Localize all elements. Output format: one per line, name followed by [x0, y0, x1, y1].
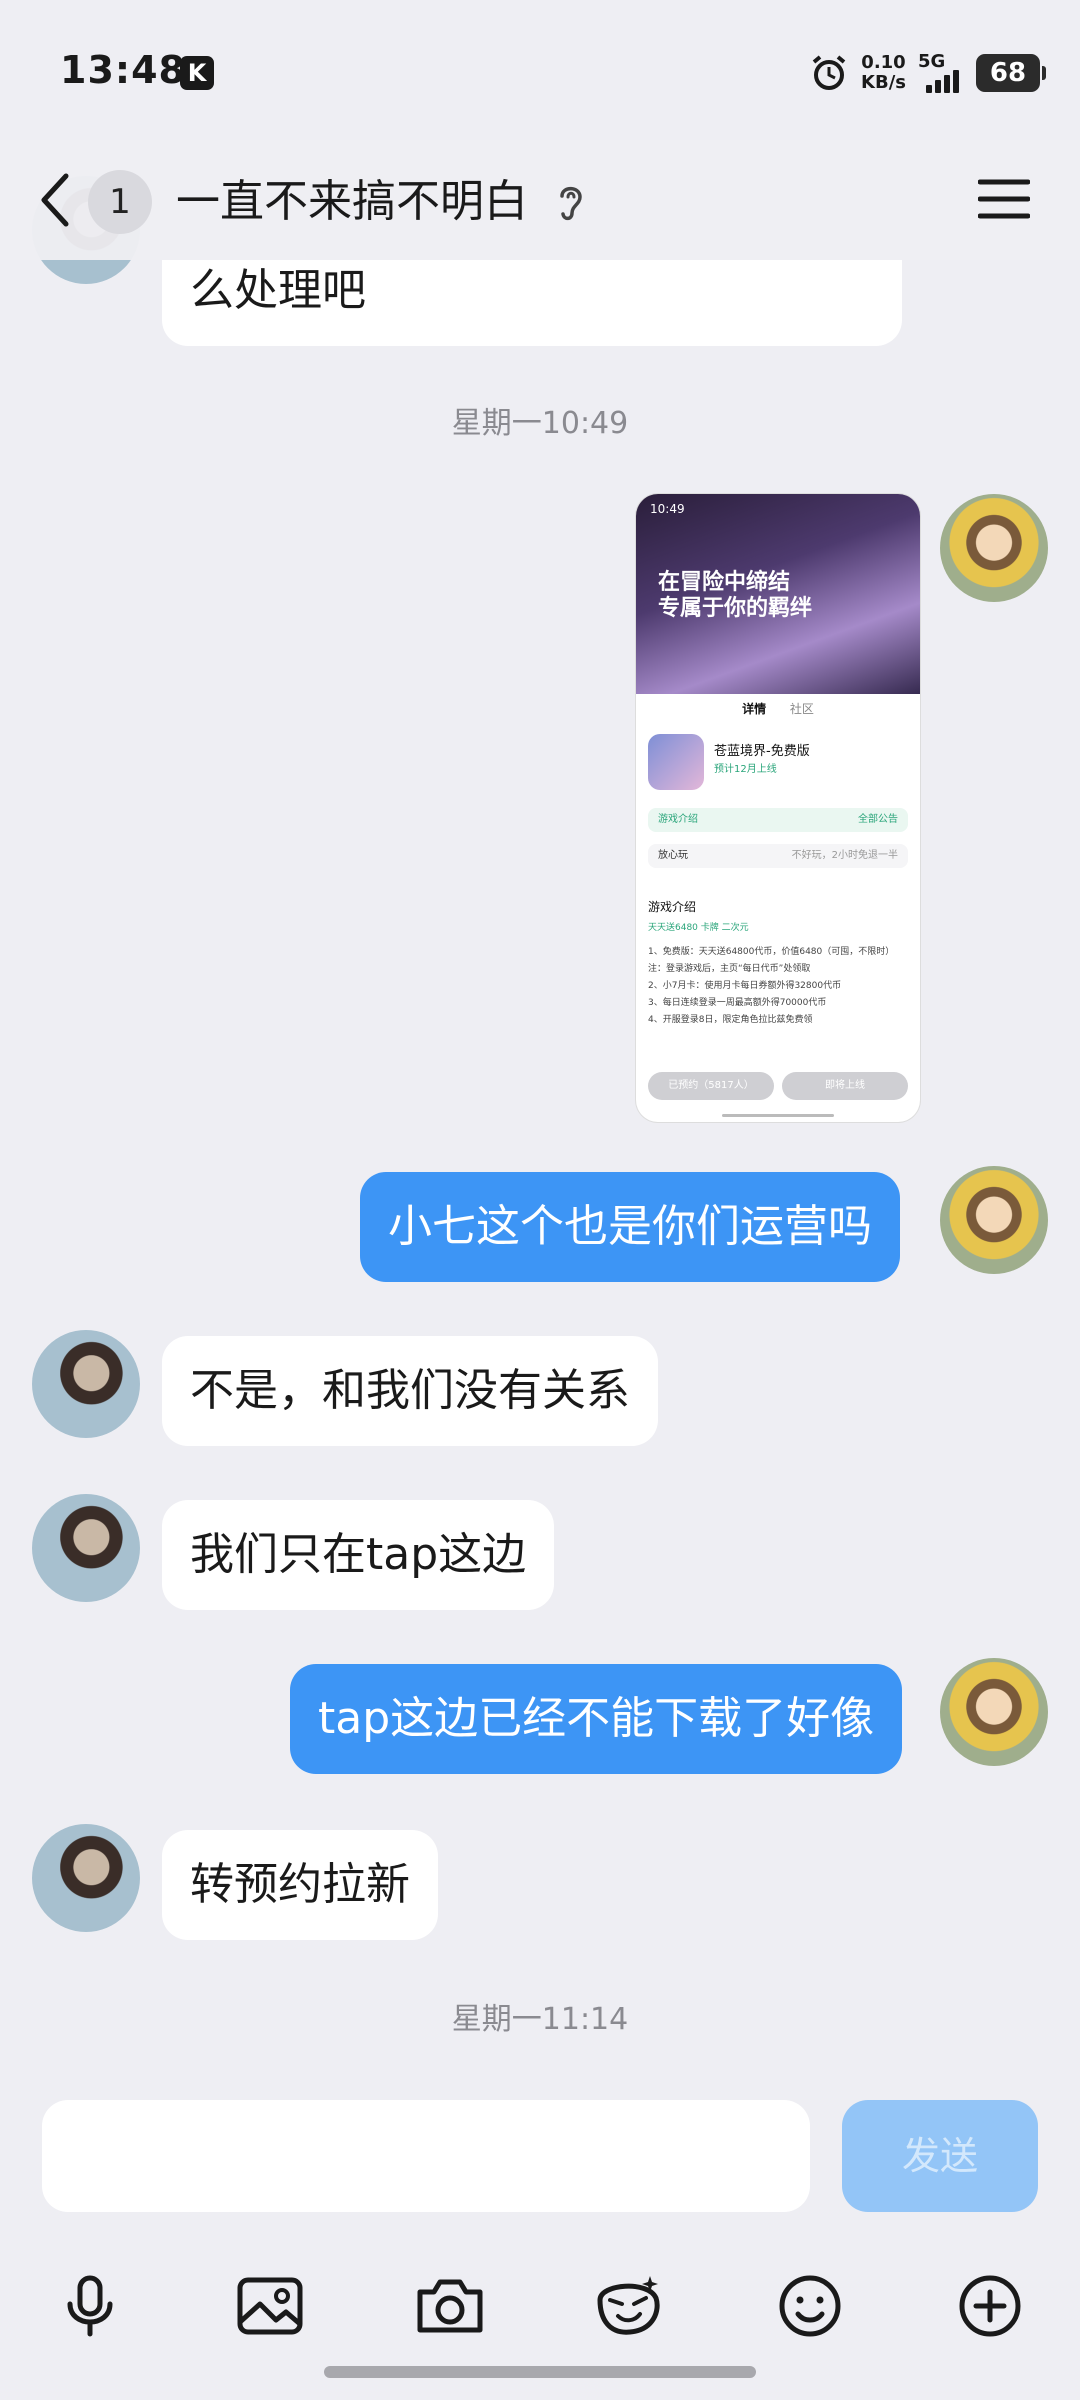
- camera-icon[interactable]: [414, 2270, 486, 2342]
- game-icon: [648, 734, 704, 790]
- image-message[interactable]: 10:49 在冒险中缔结 专属于你的羁绊 详情 社区 苍蓝境界-免费版 预计12…: [636, 494, 920, 1122]
- image-banner-text: 在冒险中缔结 专属于你的羁绊: [658, 570, 812, 622]
- ear-icon: [560, 186, 582, 221]
- chevron-left-icon[interactable]: [36, 170, 76, 230]
- message-text: tap这边已经不能下载了好像: [318, 1693, 875, 1744]
- image-tab-detail: 详情: [742, 702, 767, 716]
- message-bubble-other[interactable]: 不是，和我们没有关系: [162, 1336, 658, 1446]
- my-avatar[interactable]: [940, 1166, 1048, 1274]
- input-bar: 发送: [0, 2080, 1080, 2400]
- image-banner: 10:49 在冒险中缔结 专属于你的羁绊: [636, 494, 920, 694]
- image-reserved-button: 已预约（5817人）: [648, 1072, 774, 1100]
- my-avatar[interactable]: [940, 494, 1048, 602]
- message-bubble-self[interactable]: tap这边已经不能下载了好像: [290, 1664, 903, 1774]
- image-row-safe: 放心玩 不好玩，2小时免退一半: [648, 844, 908, 868]
- message-bubble-self[interactable]: 小七这个也是你们运营吗: [360, 1172, 900, 1282]
- message-timestamp: 星期一11:14: [451, 2002, 629, 2037]
- chat-header: 1 一直不来搞不明白: [0, 140, 1080, 260]
- image-tabs: 详情 社区: [636, 700, 920, 717]
- image-row-right: 不好玩，2小时免退一半: [791, 850, 898, 861]
- message-list[interactable]: 么处理吧 星期一10:49 10:49 在冒险中缔结 专属于你的羁绊 详情 社区…: [0, 0, 1080, 2080]
- send-button[interactable]: 发送: [842, 2100, 1038, 2212]
- image-section-title: 游戏介绍: [648, 900, 697, 914]
- message-text: 么处理吧: [190, 265, 366, 316]
- image-icon[interactable]: [234, 2270, 306, 2342]
- image-banner-line: 专属于你的羁绊: [658, 596, 813, 621]
- message-text: 小七这个也是你们运营吗: [388, 1201, 872, 1252]
- message-timestamp: 星期一10:49: [451, 406, 629, 441]
- game-title: 苍蓝境界-免费版: [714, 744, 810, 759]
- contact-avatar[interactable]: [32, 1494, 140, 1602]
- message-bubble-other[interactable]: 转预约拉新: [162, 1830, 438, 1940]
- emoji-icon[interactable]: [774, 2270, 846, 2342]
- sticker-icon[interactable]: [592, 2270, 664, 2342]
- image-row-left: 放心玩: [658, 850, 688, 861]
- image-home-bar: [722, 1114, 834, 1117]
- chat-title[interactable]: 一直不来搞不明白: [176, 172, 528, 232]
- plus-icon[interactable]: [954, 2270, 1026, 2342]
- image-row-left: 游戏介绍: [658, 814, 698, 825]
- image-status-time: 10:49: [650, 502, 685, 516]
- image-row-intro: 游戏介绍 全部公告: [648, 808, 908, 832]
- unread-count-badge[interactable]: 1: [88, 170, 152, 234]
- image-banner-line: 在冒险中缔结: [658, 570, 791, 595]
- image-row-right: 全部公告: [858, 814, 898, 825]
- contact-avatar[interactable]: [32, 1330, 140, 1438]
- message-text: 我们只在tap这边: [190, 1529, 527, 1580]
- home-indicator[interactable]: [324, 2366, 756, 2378]
- message-input[interactable]: [42, 2100, 810, 2212]
- microphone-icon[interactable]: [54, 2270, 126, 2342]
- image-tags: 天天送6480 卡牌 二次元: [648, 923, 749, 933]
- message-text: 不是，和我们没有关系: [190, 1365, 630, 1416]
- image-tab-community: 社区: [789, 702, 814, 716]
- contact-avatar[interactable]: [32, 1824, 140, 1932]
- message-text: 转预约拉新: [190, 1859, 410, 1910]
- message-bubble-other[interactable]: 我们只在tap这边: [162, 1500, 555, 1610]
- menu-icon[interactable]: [978, 174, 1030, 224]
- my-avatar[interactable]: [940, 1658, 1048, 1766]
- image-description: 1、免费版：天天送64800代币，价值6480（可囤，不限时） 注：登录游戏后，…: [648, 947, 895, 1025]
- image-upcoming-button: 即将上线: [782, 1072, 908, 1100]
- game-subtitle: 预计12月上线: [714, 764, 777, 775]
